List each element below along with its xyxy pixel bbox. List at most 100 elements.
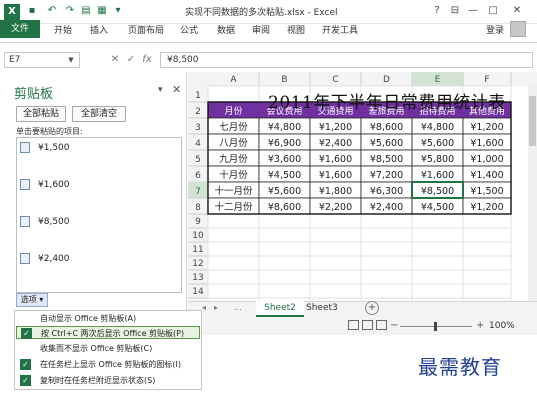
insert-function-icon[interactable]: fx — [140, 53, 154, 67]
table-cell-value: ¥3,600 — [268, 154, 301, 165]
table-cell-value: 七月份 — [219, 121, 248, 133]
tab-insert[interactable]: 插入 — [90, 23, 108, 36]
menu-item-label: 自动显示 Office 剪贴板(A) — [40, 314, 137, 323]
tab-page-layout[interactable]: 页面布局 — [128, 23, 164, 36]
table-cell-value: ¥5,600 — [370, 138, 403, 149]
zoom-out-icon[interactable]: − — [390, 320, 398, 331]
excel-logo-icon: X — [4, 4, 20, 20]
menu-item-auto-show[interactable]: 自动显示 Office 剪贴板(A) — [16, 312, 200, 325]
formula-input[interactable]: ¥8,500 — [160, 52, 533, 68]
pane-menu-icon[interactable]: ▾ — [158, 85, 163, 95]
sheet-nav-right-icon[interactable]: ▸ — [214, 303, 218, 312]
table-cell-value: ¥1,600 — [421, 170, 454, 181]
menu-item-collect-without-show[interactable]: 收集而不显示 Office 剪贴板(C) — [16, 342, 200, 355]
zoom-slider-thumb[interactable] — [434, 322, 437, 331]
menu-item-show-status[interactable]: ✓ 复制时在任务栏附近显示状态(S) — [16, 374, 200, 387]
menu-item-taskbar-icon[interactable]: ✓ 在任务栏上显示 Office 剪贴板的图标(I) — [16, 358, 200, 371]
paste-all-button[interactable]: 全部粘贴 — [16, 106, 66, 122]
pane-hint: 单击要粘贴的项目: — [16, 127, 83, 136]
tab-sheet2[interactable]: Sheet2 — [256, 301, 304, 317]
column-header: C — [332, 75, 338, 85]
clipboard-item[interactable]: ¥1,500 — [20, 142, 70, 156]
column-header: D — [383, 75, 390, 85]
row-header: 2 — [195, 107, 201, 117]
sheet-title: 2011年下半年日常费用统计表 — [268, 93, 506, 113]
row-header: 4 — [195, 139, 201, 149]
row-header: 8 — [195, 203, 201, 213]
clip-document-icon — [20, 142, 30, 153]
check-icon: ✓ — [20, 375, 31, 386]
add-sheet-button[interactable]: + — [365, 301, 379, 315]
table-cell-value: 十一月份 — [214, 185, 253, 197]
row-header: 1 — [195, 91, 201, 101]
confirm-entry-icon[interactable]: ✓ — [124, 53, 138, 67]
column-header: A — [230, 75, 237, 85]
chevron-down-icon[interactable]: ▼ — [64, 52, 78, 68]
zoom-in-icon[interactable]: + — [476, 320, 484, 331]
dropdown-icon[interactable]: ▾ — [112, 5, 124, 17]
table-cell-value: ¥1,200 — [470, 122, 503, 133]
table-cell-value: ¥8,500 — [421, 186, 454, 197]
menu-item-label: 在任务栏上显示 Office 剪贴板的图标(I) — [40, 360, 182, 369]
clipboard-item-label: ¥2,400 — [38, 254, 70, 264]
tab-formulas[interactable]: 公式 — [180, 23, 198, 36]
table-cell-value: ¥5,600 — [268, 186, 301, 197]
scrollbar-thumb[interactable] — [529, 96, 536, 146]
normal-view-icon[interactable] — [348, 320, 359, 330]
pane-close-icon[interactable]: ✕ — [172, 83, 181, 96]
help-icon[interactable]: ? — [428, 4, 446, 18]
tab-home[interactable]: 开始 — [54, 23, 72, 36]
save-icon[interactable]: ▪ — [26, 5, 38, 17]
row-header: 7 — [195, 187, 201, 197]
redo-icon[interactable]: ↷ — [64, 5, 76, 17]
table-cell-value: ¥1,600 — [319, 170, 352, 181]
clipboard-item[interactable]: ¥2,400 — [20, 253, 70, 267]
undo-icon[interactable]: ↶ — [46, 5, 58, 17]
sheet-more-icon[interactable]: ... — [234, 303, 242, 312]
column-header: F — [484, 75, 489, 85]
clip-document-icon — [20, 253, 30, 264]
zoom-level[interactable]: 100% — [489, 321, 515, 331]
watermark: 最需教育 — [418, 355, 502, 379]
cancel-entry-icon[interactable]: ✕ — [108, 53, 122, 67]
table-cell-value: ¥5,800 — [421, 154, 454, 165]
tab-data[interactable]: 数据 — [217, 23, 235, 36]
menu-item-ctrl-c-twice[interactable]: ✓ 按 Ctrl+C 两次后显示 Office 剪贴板(P) — [16, 326, 200, 339]
clear-all-button[interactable]: 全部清空 — [72, 106, 126, 122]
ribbon-display-icon[interactable]: ⊟ — [446, 4, 464, 18]
close-icon[interactable]: ✕ — [508, 4, 526, 18]
page-layout-view-icon[interactable] — [362, 320, 373, 330]
avatar[interactable] — [510, 21, 526, 37]
tab-developer[interactable]: 开发工具 — [322, 23, 358, 36]
row-header: 10 — [192, 231, 204, 241]
maximize-icon[interactable]: □ — [484, 4, 502, 18]
table-cell-value: ¥1,600 — [470, 138, 503, 149]
table-cell-value: ¥7,200 — [370, 170, 403, 181]
clipboard-item-label: ¥8,500 — [38, 217, 70, 227]
clipboard-item[interactable]: ¥8,500 — [20, 216, 70, 230]
table-cell-value: ¥5,600 — [421, 138, 454, 149]
header-cell-label: 月份 — [224, 105, 242, 117]
column-header: B — [281, 75, 287, 85]
open-icon[interactable]: ▤ — [80, 5, 92, 17]
page-break-view-icon[interactable] — [376, 320, 387, 330]
tab-file[interactable]: 文件 — [0, 20, 40, 38]
print-icon[interactable]: ▦ — [96, 5, 108, 17]
options-button[interactable]: 选项 ▾ — [16, 293, 48, 307]
table-cell-value: ¥1,600 — [319, 154, 352, 165]
tab-review[interactable]: 审阅 — [252, 23, 270, 36]
table-cell-value: 九月份 — [219, 153, 248, 165]
table-cell-value: ¥8,600 — [370, 122, 403, 133]
minimize-icon[interactable]: — — [464, 4, 482, 18]
tab-view[interactable]: 视图 — [287, 23, 305, 36]
table-cell-value: ¥2,200 — [319, 202, 352, 213]
menu-item-label: 按 Ctrl+C 两次后显示 Office 剪贴板(P) — [41, 329, 185, 338]
table-cell-value: ¥1,800 — [319, 186, 352, 197]
check-icon: ✓ — [21, 328, 32, 339]
sheet-nav-left-icon[interactable]: ◂ — [202, 303, 206, 312]
table-cell-value: 十月份 — [219, 169, 248, 181]
login-link[interactable]: 登录 — [486, 23, 504, 36]
clipboard-item[interactable]: ¥1,600 — [20, 179, 70, 193]
tab-sheet3[interactable]: Sheet3 — [306, 303, 338, 313]
table-cell-value: ¥8,600 — [268, 202, 301, 213]
